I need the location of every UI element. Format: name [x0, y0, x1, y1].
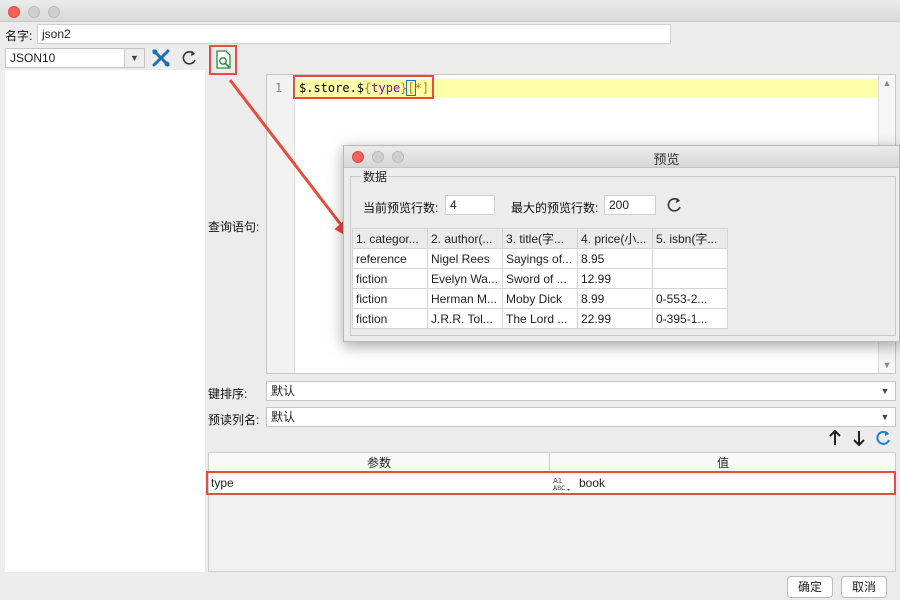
table-cell: reference	[352, 248, 428, 269]
table-cell: Sayings of...	[502, 248, 578, 269]
data-group-label: 数据	[361, 168, 390, 185]
refresh-preview-icon[interactable]	[664, 195, 686, 215]
table-cell: Sword of ...	[502, 268, 578, 289]
current-rows-input[interactable]: 4	[445, 195, 495, 215]
preview-table[interactable]: 1. categor... 2. author(... 3. title(字..…	[352, 228, 728, 329]
table-cell: Herman M...	[427, 288, 503, 309]
table-cell: Nigel Rees	[427, 248, 503, 269]
max-rows-label: 最大的预览行数:	[511, 201, 599, 215]
table-cell: 8.99	[577, 288, 653, 309]
table-cell: Evelyn Wa...	[427, 268, 503, 289]
max-rows-input[interactable]: 200	[604, 195, 656, 215]
column-header[interactable]: 1. categor...	[352, 228, 428, 249]
table-cell	[652, 248, 728, 269]
current-rows-label: 当前预览行数:	[363, 201, 439, 215]
table-cell: 0-553-2...	[652, 288, 728, 309]
dialog-titlebar: 预览	[344, 146, 899, 168]
table-cell: 12.99	[577, 268, 653, 289]
table-row[interactable]: fiction J.R.R. Tol... The Lord ... 22.99…	[352, 308, 728, 329]
column-header[interactable]: 2. author(...	[427, 228, 503, 249]
table-cell: fiction	[352, 288, 428, 309]
column-header[interactable]: 4. price(小...	[577, 228, 653, 249]
column-header[interactable]: 3. title(字...	[502, 228, 578, 249]
table-row[interactable]: fiction Evelyn Wa... Sword of ... 12.99	[352, 268, 728, 289]
table-cell: fiction	[352, 308, 428, 329]
table-row[interactable]: reference Nigel Rees Sayings of... 8.95	[352, 248, 728, 269]
table-cell: 22.99	[577, 308, 653, 329]
preview-dialog[interactable]: 预览 数据 当前预览行数: 4 最大的预览行数: 200 1. categor.…	[343, 145, 900, 342]
table-cell: The Lord ...	[502, 308, 578, 329]
table-cell: 0-395-1...	[652, 308, 728, 329]
table-row[interactable]: fiction Herman M... Moby Dick 8.99 0-553…	[352, 288, 728, 309]
table-cell: J.R.R. Tol...	[427, 308, 503, 329]
dialog-title: 预览	[653, 152, 680, 167]
column-header[interactable]: 5. isbn(字...	[652, 228, 728, 249]
table-cell: 8.95	[577, 248, 653, 269]
table-cell: Moby Dick	[502, 288, 578, 309]
table-cell	[652, 268, 728, 289]
table-cell: fiction	[352, 268, 428, 289]
preview-table-header: 1. categor... 2. author(... 3. title(字..…	[352, 228, 728, 249]
